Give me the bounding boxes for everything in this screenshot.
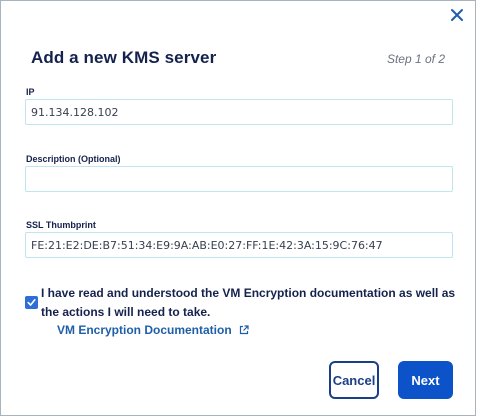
external-link-icon	[239, 325, 249, 335]
ip-label: IP	[26, 87, 35, 97]
dialog-title: Add a new KMS server	[31, 48, 217, 67]
ip-input[interactable]	[25, 99, 453, 125]
doc-link-label: VM Encryption Documentation	[57, 323, 232, 337]
agreement-checkbox[interactable]	[25, 296, 38, 309]
description-input[interactable]	[25, 166, 453, 192]
ssl-thumbprint-input[interactable]	[25, 232, 453, 258]
checkmark-icon	[27, 299, 36, 306]
close-icon	[451, 9, 463, 21]
next-button[interactable]: Next	[398, 361, 453, 399]
agreement-text: I have read and understood the VM Encryp…	[41, 286, 456, 319]
vm-encryption-doc-link[interactable]: VM Encryption Documentation	[57, 323, 249, 337]
ssl-thumbprint-label: SSL Thumbprint	[26, 220, 96, 230]
add-kms-server-dialog: Add a new KMS server Step 1 of 2 IP Desc…	[0, 0, 476, 416]
description-label: Description (Optional)	[26, 154, 121, 164]
step-indicator: Step 1 of 2	[386, 52, 445, 66]
close-button[interactable]	[447, 5, 467, 25]
cancel-button[interactable]: Cancel	[329, 361, 379, 399]
